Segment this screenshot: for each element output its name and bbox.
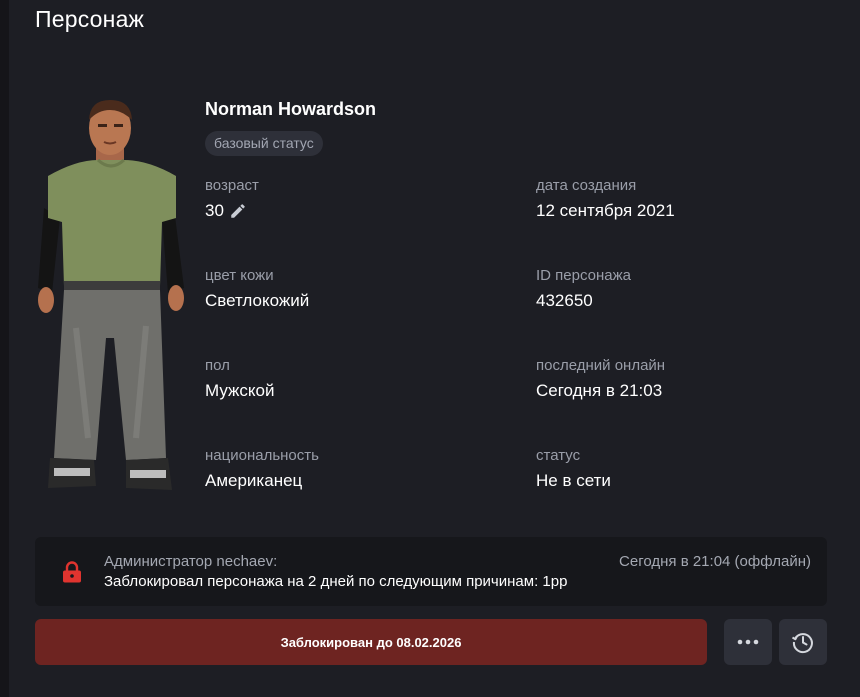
- nationality-value: Американец: [205, 471, 303, 490]
- online-status-label: статус: [536, 447, 581, 464]
- admin-message: Заблокировал персонажа на 2 дней по след…: [104, 573, 568, 590]
- lock-icon: [63, 561, 81, 583]
- online-status-value: Не в сети: [536, 471, 611, 490]
- created-label: дата создания: [536, 177, 637, 194]
- skin-value: Светлокожий: [205, 291, 310, 310]
- skin-label: цвет кожи: [205, 267, 274, 284]
- blocked-until-button[interactable]: Заблокирован до 08.02.2026: [35, 619, 707, 665]
- history-clock-icon: [791, 633, 813, 654]
- character-name: Norman Howardson: [205, 99, 377, 119]
- character-id-value: 432650: [536, 291, 593, 310]
- created-value: 12 сентября 2021: [536, 201, 675, 220]
- character-avatar: [38, 100, 184, 490]
- age-value-text: 30: [205, 201, 224, 220]
- history-button[interactable]: [779, 619, 827, 665]
- admin-notice: Администратор nechaev: Заблокировал перс…: [35, 537, 827, 606]
- admin-author: Администратор nechaev:: [104, 553, 278, 570]
- age-label: возраст: [205, 177, 259, 194]
- page-title: Персонаж: [35, 6, 145, 32]
- nationality-label: национальность: [205, 447, 319, 464]
- last-online-label: последний онлайн: [536, 357, 666, 374]
- last-online-value: Сегодня в 21:03: [536, 381, 663, 400]
- more-dots-icon: [737, 639, 759, 645]
- admin-timestamp: Сегодня в 21:04 (оффлайн): [619, 553, 811, 570]
- gender-label: пол: [205, 357, 230, 374]
- more-options-button[interactable]: [724, 619, 772, 665]
- character-id-label: ID персонажа: [536, 267, 631, 284]
- status-badge: базовый статус: [205, 131, 323, 156]
- age-value: 30: [205, 201, 247, 221]
- pencil-icon[interactable]: [229, 202, 247, 220]
- gender-value: Мужской: [205, 381, 275, 400]
